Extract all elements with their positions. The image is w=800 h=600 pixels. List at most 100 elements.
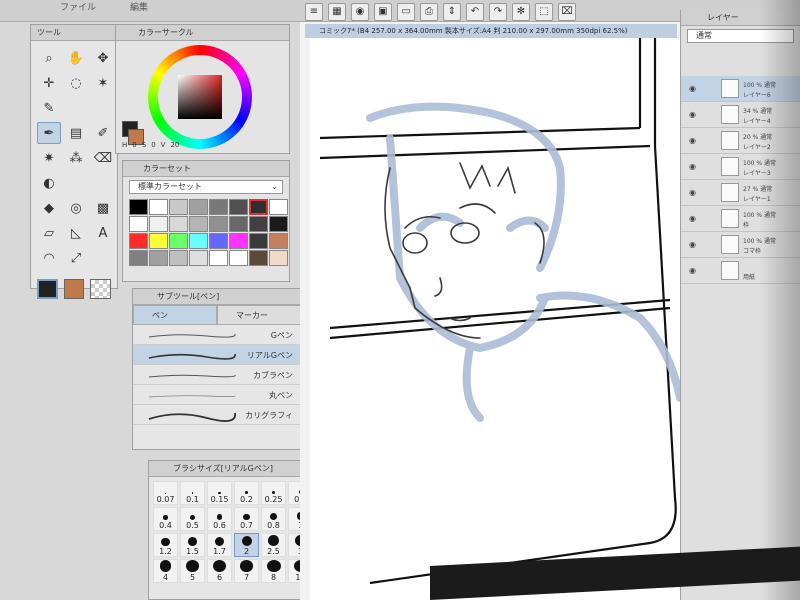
palette-swatch[interactable]	[269, 199, 288, 215]
fill-tool-icon[interactable]: ◆	[37, 197, 61, 219]
visibility-eye-icon[interactable]: ◉	[689, 214, 696, 223]
move-tool-icon[interactable]: ✛	[37, 72, 61, 94]
brush-size-option[interactable]: 1.2	[153, 533, 178, 557]
eyedropper-tool-icon[interactable]: ✎	[37, 97, 61, 119]
palette-swatch[interactable]	[169, 250, 188, 266]
brush-size-option[interactable]: 0.5	[180, 507, 205, 531]
brush-size-option[interactable]: 0.7	[234, 507, 259, 531]
print-icon[interactable]: ⎙	[420, 3, 438, 21]
zoom-tool-icon[interactable]: ⌕	[37, 47, 61, 69]
palette-swatch[interactable]	[209, 216, 228, 232]
layer-row[interactable]: ◉ 100 % 通常 レイヤー6	[681, 76, 800, 102]
color-set-select[interactable]: 標準カラーセット ⌄	[129, 180, 283, 194]
hue-ring[interactable]	[148, 45, 252, 149]
visibility-eye-icon[interactable]: ◉	[689, 162, 696, 171]
visibility-eye-icon[interactable]: ◉	[689, 240, 696, 249]
brush-item-maru-pen[interactable]: 丸ペン	[133, 385, 301, 405]
palette-swatch[interactable]	[209, 250, 228, 266]
tab-marker[interactable]: マーカー	[217, 305, 301, 325]
palette-swatch[interactable]	[129, 199, 148, 215]
balloon-tool-icon[interactable]: ◠	[37, 247, 61, 269]
brush-item-g-pen[interactable]: Gペン	[133, 325, 301, 345]
shade-tool-icon[interactable]: ▩	[91, 197, 115, 219]
brush-tool-icon[interactable]: ✐	[91, 122, 115, 144]
brush-size-option[interactable]: 0.2	[234, 481, 259, 505]
blend-tool-icon[interactable]: ◐	[37, 172, 61, 194]
adjust-icon[interactable]: ⇕	[443, 3, 461, 21]
brush-size-option[interactable]: 2.5	[261, 533, 286, 557]
brush-size-option[interactable]: 4	[153, 559, 178, 583]
folder-icon[interactable]: ▭	[397, 3, 415, 21]
brush-size-option[interactable]: 7	[234, 559, 259, 583]
spinner-icon[interactable]: ✻	[512, 3, 530, 21]
palette-swatch[interactable]	[169, 199, 188, 215]
brush-size-option[interactable]: 0.4	[153, 507, 178, 531]
palette-swatch[interactable]	[229, 250, 248, 266]
palette-swatch[interactable]	[189, 199, 208, 215]
document-tab[interactable]: コミック7* (B4 257.00 x 364.00mm 製本サイズ:A4 判 …	[305, 24, 677, 38]
palette-swatch[interactable]	[189, 216, 208, 232]
layer-icon[interactable]: ▦	[328, 3, 346, 21]
brush-size-option[interactable]: 0.15	[207, 481, 232, 505]
pen-tool-icon[interactable]: ✒	[37, 122, 61, 144]
palette-swatch[interactable]	[269, 233, 288, 249]
layer-row[interactable]: ◉ 100 % 通常枠	[681, 206, 800, 232]
clear-icon[interactable]: ⌧	[558, 3, 576, 21]
visibility-eye-icon[interactable]: ◉	[689, 84, 696, 93]
palette-swatch[interactable]	[209, 199, 228, 215]
brush-size-option[interactable]: 1.7	[207, 533, 232, 557]
layer-row[interactable]: ◉ 34 % 通常 レイヤー4	[681, 102, 800, 128]
brush-item-kabura-pen[interactable]: カブラペン	[133, 365, 301, 385]
palette-swatch[interactable]	[189, 250, 208, 266]
layer-row[interactable]: ◉ 用紙	[681, 258, 800, 284]
text-tool-icon[interactable]: A	[91, 222, 115, 244]
palette-swatch[interactable]	[129, 250, 148, 266]
visibility-eye-icon[interactable]: ◉	[689, 188, 696, 197]
palette-swatch[interactable]	[249, 216, 268, 232]
palette-swatch[interactable]	[249, 233, 268, 249]
layer-row[interactable]: ◉ 100 % 通常 レイヤー3	[681, 154, 800, 180]
palette-swatch[interactable]	[269, 216, 288, 232]
eye-icon[interactable]: ◉	[351, 3, 369, 21]
lasso-tool-icon[interactable]: ◌	[64, 72, 88, 94]
brush-size-option[interactable]: 0.1	[180, 481, 205, 505]
brush-size-option[interactable]: 5	[180, 559, 205, 583]
brush-item-calligraphy[interactable]: カリグラフィ	[133, 405, 301, 425]
palette-swatch[interactable]	[169, 216, 188, 232]
palette-swatch[interactable]	[209, 233, 228, 249]
sub-color-swatch[interactable]	[63, 279, 85, 299]
menu-icon[interactable]: ≡	[305, 3, 323, 21]
brush-size-option[interactable]: 0.8	[261, 507, 286, 531]
palette-swatch[interactable]	[149, 199, 168, 215]
palette-swatch[interactable]	[229, 199, 248, 215]
palette-swatch[interactable]	[269, 250, 288, 266]
wand-tool-icon[interactable]: ✶	[91, 72, 115, 94]
brush-size-option[interactable]: 6	[207, 559, 232, 583]
brush-size-option[interactable]: 1.5	[180, 533, 205, 557]
palette-swatch[interactable]	[249, 250, 268, 266]
palette-swatch[interactable]	[149, 216, 168, 232]
redo-icon[interactable]: ↷	[489, 3, 507, 21]
blend-mode-select[interactable]: 通常	[687, 29, 794, 43]
layer-row[interactable]: ◉ 100 % 通常 コマ枠	[681, 232, 800, 258]
palette-swatch[interactable]	[189, 233, 208, 249]
visibility-eye-icon[interactable]: ◉	[689, 136, 696, 145]
visibility-eye-icon[interactable]: ◉	[689, 266, 696, 275]
visibility-eye-icon[interactable]: ◉	[689, 110, 696, 119]
pencil-tool-icon[interactable]: ▤	[64, 122, 88, 144]
tab-pen[interactable]: ペン	[133, 305, 217, 325]
rotate-tool-icon[interactable]: ✥	[91, 47, 115, 69]
palette-swatch[interactable]	[249, 199, 268, 215]
palette-swatch[interactable]	[229, 233, 248, 249]
correct-line-tool-icon[interactable]: ⤢	[64, 247, 88, 269]
menu-item-file[interactable]: ファイル	[60, 0, 96, 13]
brush-item-real-g-pen[interactable]: リアルGペン	[133, 345, 301, 365]
eraser-tool-icon[interactable]: ⌫	[91, 147, 115, 169]
undo-icon[interactable]: ↶	[466, 3, 484, 21]
palette-swatch[interactable]	[129, 233, 148, 249]
transparent-color-swatch[interactable]	[90, 279, 112, 299]
brush-size-option[interactable]: 0.25	[261, 481, 286, 505]
hand-tool-icon[interactable]: ✋	[64, 47, 88, 69]
layer-row[interactable]: ◉ 20 % 通常 レイヤー2	[681, 128, 800, 154]
saturation-value-square[interactable]	[178, 75, 222, 119]
